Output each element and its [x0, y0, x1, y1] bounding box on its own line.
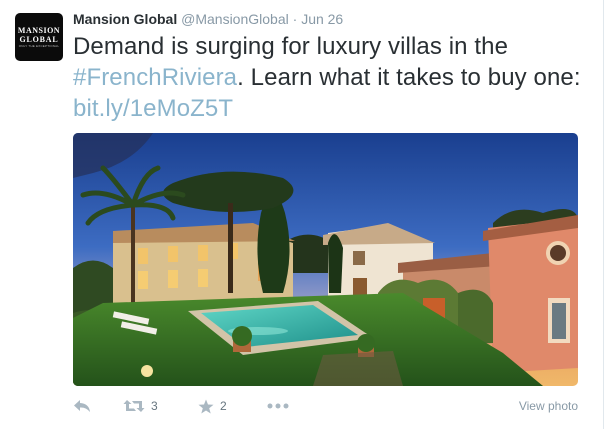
avatar[interactable]: MANSION GLOBAL ONLY THE EXCEPTIONAL — [15, 13, 63, 61]
url-link[interactable]: bit.ly/1eMoZ5T — [73, 95, 233, 122]
author-fullname[interactable]: Mansion Global — [73, 11, 177, 27]
retweet-count: 3 — [151, 399, 158, 413]
villa-photo-image — [73, 133, 578, 386]
tweet-timestamp[interactable]: Jun 26 — [301, 11, 343, 27]
favorite-button[interactable]: 2 — [198, 395, 227, 417]
tweet-text-part-2: . Learn what it takes to buy one: — [237, 64, 581, 91]
view-photo-link[interactable]: View photo — [519, 395, 578, 417]
retweet-button[interactable]: 3 — [123, 395, 158, 417]
tweet-actions: 3 2 View photo — [73, 395, 578, 417]
favorite-count: 2 — [220, 399, 227, 413]
tweet-text: Demand is surging for luxury villas in t… — [73, 31, 593, 124]
reply-button[interactable] — [73, 395, 91, 417]
avatar-line-2: GLOBAL — [19, 34, 59, 44]
more-button[interactable] — [267, 395, 289, 417]
hashtag-link[interactable]: #FrenchRiviera — [73, 64, 237, 91]
tweet-card[interactable]: MANSION GLOBAL ONLY THE EXCEPTIONAL Mans… — [0, 0, 604, 429]
avatar-tagline: ONLY THE EXCEPTIONAL — [18, 43, 60, 48]
retweet-icon — [123, 400, 145, 412]
tweet-photo[interactable] — [73, 133, 578, 386]
star-icon — [198, 399, 214, 413]
more-icon — [267, 403, 289, 409]
reply-icon — [74, 400, 90, 412]
header-separator: · — [292, 11, 298, 27]
avatar-line-1: MANSION — [17, 25, 61, 35]
tweet-header: Mansion Global @MansionGlobal · Jun 26 — [73, 10, 343, 28]
author-username[interactable]: @MansionGlobal — [181, 11, 289, 27]
tweet-text-part-1: Demand is surging for luxury villas in t… — [73, 33, 509, 60]
